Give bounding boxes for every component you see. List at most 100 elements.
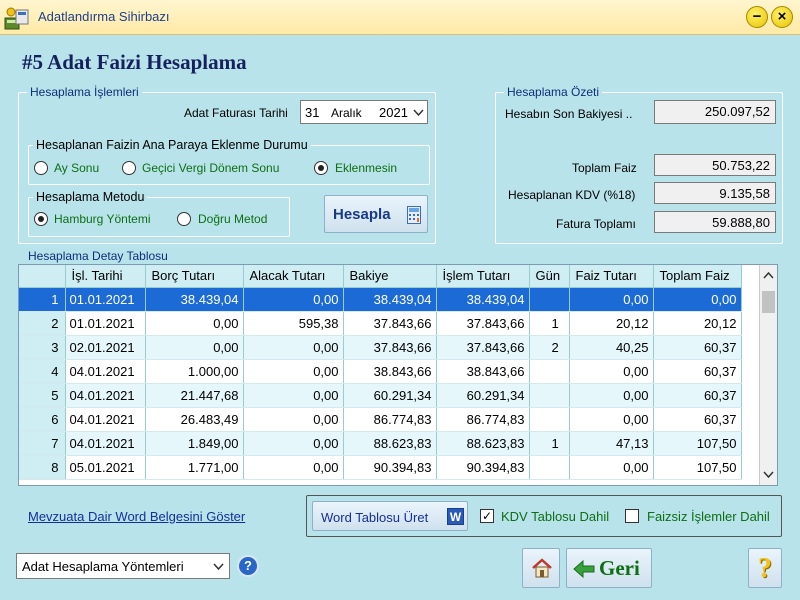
word-document-link[interactable]: Mevzuata Dair Word Belgesini Göster bbox=[28, 509, 245, 524]
header-islem-tarihi[interactable]: İşl. Tarihi bbox=[65, 265, 146, 288]
cell-bakiye: 38.439,04 bbox=[343, 287, 437, 312]
calculate-button-label: Hesapla bbox=[333, 206, 391, 223]
cell-bakiye: 86.774,83 bbox=[343, 407, 437, 432]
radio-eklenmesin[interactable] bbox=[314, 161, 328, 175]
header-borc-tutari[interactable]: Borç Tutarı bbox=[145, 265, 244, 288]
kdv-table-checkbox-label: KDV Tablosu Dahil bbox=[501, 509, 610, 524]
radio-gecici-vergi[interactable] bbox=[122, 161, 136, 175]
cell-toplam-faiz: 20,12 bbox=[653, 311, 742, 336]
interest-add-legend: Hesaplanan Faizin Ana Paraya Eklenme Dur… bbox=[33, 138, 311, 152]
word-table-button-label: Word Tablosu Üret bbox=[321, 510, 429, 525]
header-gun[interactable]: Gün bbox=[529, 265, 570, 288]
method-legend: Hesaplama Metodu bbox=[33, 190, 148, 204]
header-bakiye[interactable]: Bakiye bbox=[343, 265, 437, 288]
cell-borc: 1.000,00 bbox=[145, 359, 244, 384]
cell-alacak: 0,00 bbox=[243, 431, 344, 456]
invoice-total-label: Fatura Toplamı bbox=[556, 217, 636, 231]
operations-legend: Hesaplama İşlemleri bbox=[27, 85, 142, 99]
back-button[interactable]: Geri bbox=[566, 548, 652, 588]
cell-alacak: 0,00 bbox=[243, 359, 344, 384]
radio-ay-sonu[interactable] bbox=[34, 161, 48, 175]
scroll-down-icon[interactable] bbox=[763, 471, 774, 479]
cell-islem: 38.439,04 bbox=[436, 287, 530, 312]
invoice-date-label: Adat Faturası Tarihi bbox=[184, 106, 288, 120]
table-row[interactable]: 4 04.01.2021 1.000,00 0,00 38.843,66 38.… bbox=[19, 359, 742, 384]
table-row[interactable]: 5 04.01.2021 21.447,68 0,00 60.291,34 60… bbox=[19, 383, 742, 408]
radio-dogru-metod-label: Doğru Metod bbox=[198, 212, 268, 226]
cell-gun: 1 bbox=[529, 311, 570, 336]
radio-hamburg[interactable] bbox=[34, 212, 48, 226]
table-row[interactable]: 3 02.01.2021 0,00 0,00 37.843,66 37.843,… bbox=[19, 335, 742, 360]
cell-alacak: 595,38 bbox=[243, 311, 344, 336]
no-interest-checkbox-label: Faizsiz İşlemler Dahil bbox=[647, 509, 770, 524]
help-icon[interactable]: ? bbox=[237, 555, 259, 577]
header-rownum bbox=[19, 265, 66, 288]
detail-table[interactable]: İşl. Tarihi Borç Tutarı Alacak Tutarı Ba… bbox=[18, 264, 778, 486]
scroll-thumb[interactable] bbox=[762, 291, 775, 313]
cell-rownum: 4 bbox=[19, 359, 66, 384]
radio-dogru-metod[interactable] bbox=[177, 212, 191, 226]
header-islem-tutari[interactable]: İşlem Tutarı bbox=[436, 265, 530, 288]
scroll-up-icon[interactable] bbox=[763, 271, 774, 279]
cell-bakiye: 88.623,83 bbox=[343, 431, 437, 456]
cell-borc: 26.483,49 bbox=[145, 407, 244, 432]
cell-rownum: 8 bbox=[19, 455, 66, 480]
cell-borc: 1.771,00 bbox=[145, 455, 244, 480]
chevron-down-icon[interactable] bbox=[213, 563, 224, 571]
date-month: Aralık bbox=[331, 106, 362, 120]
cell-toplam-faiz: 0,00 bbox=[653, 287, 742, 312]
date-year: 2021 bbox=[379, 105, 408, 120]
cell-islem: 86.774,83 bbox=[436, 407, 530, 432]
svg-text:W: W bbox=[450, 510, 462, 524]
method-select-value: Adat Hesaplama Yöntemleri bbox=[22, 559, 184, 574]
close-button[interactable]: × bbox=[771, 6, 793, 28]
header-faiz-tutari[interactable]: Faiz Tutarı bbox=[569, 265, 654, 288]
header-alacak-tutari[interactable]: Alacak Tutarı bbox=[243, 265, 344, 288]
cell-rownum: 3 bbox=[19, 335, 66, 360]
cell-borc: 0,00 bbox=[145, 311, 244, 336]
table-row[interactable]: 8 05.01.2021 1.771,00 0,00 90.394,83 90.… bbox=[19, 455, 742, 480]
invoice-date-picker[interactable]: 31 Aralık 2021 bbox=[300, 100, 428, 124]
calculator-icon bbox=[407, 206, 421, 224]
cell-borc: 0,00 bbox=[145, 335, 244, 360]
cell-faiz: 0,00 bbox=[569, 455, 654, 480]
word-table-button[interactable]: Word Tablosu Üret W bbox=[312, 501, 468, 531]
radio-hamburg-label: Hamburg Yöntemi bbox=[54, 212, 151, 226]
cell-gun bbox=[529, 287, 570, 312]
cell-gun bbox=[529, 359, 570, 384]
cell-date: 04.01.2021 bbox=[65, 383, 146, 408]
table-row[interactable]: 1 01.01.2021 38.439,04 0,00 38.439,04 38… bbox=[19, 287, 742, 312]
cell-bakiye: 90.394,83 bbox=[343, 455, 437, 480]
cell-faiz: 47,13 bbox=[569, 431, 654, 456]
cell-islem: 37.843,66 bbox=[436, 335, 530, 360]
cell-rownum: 2 bbox=[19, 311, 66, 336]
question-button[interactable]: ? bbox=[748, 548, 782, 588]
home-button[interactable] bbox=[522, 548, 560, 588]
cell-toplam-faiz: 107,50 bbox=[653, 455, 742, 480]
table-row[interactable]: 7 04.01.2021 1.849,00 0,00 88.623,83 88.… bbox=[19, 431, 742, 456]
header-toplam-faiz[interactable]: Toplam Faiz bbox=[653, 265, 742, 288]
window-title: Adatlandırma Sihirbazı bbox=[38, 9, 170, 24]
table-header-row: İşl. Tarihi Borç Tutarı Alacak Tutarı Ba… bbox=[19, 265, 742, 288]
cell-date: 04.01.2021 bbox=[65, 431, 146, 456]
chevron-down-icon[interactable] bbox=[413, 109, 424, 117]
minimize-button[interactable]: − bbox=[746, 6, 768, 28]
cell-bakiye: 37.843,66 bbox=[343, 311, 437, 336]
calculate-button[interactable]: Hesapla bbox=[324, 195, 428, 233]
cell-bakiye: 38.843,66 bbox=[343, 359, 437, 384]
radio-eklenmesin-label: Eklenmesin bbox=[335, 161, 398, 175]
no-interest-checkbox[interactable] bbox=[625, 509, 639, 523]
cell-date: 04.01.2021 bbox=[65, 359, 146, 384]
table-vertical-scrollbar[interactable] bbox=[759, 265, 777, 485]
table-row[interactable]: 6 04.01.2021 26.483,49 0,00 86.774,83 86… bbox=[19, 407, 742, 432]
method-select[interactable]: Adat Hesaplama Yöntemleri bbox=[16, 553, 230, 579]
cell-rownum: 5 bbox=[19, 383, 66, 408]
question-icon: ? bbox=[758, 553, 772, 584]
cell-rownum: 7 bbox=[19, 431, 66, 456]
cell-toplam-faiz: 60,37 bbox=[653, 407, 742, 432]
cell-toplam-faiz: 60,37 bbox=[653, 359, 742, 384]
table-row[interactable]: 2 01.01.2021 0,00 595,38 37.843,66 37.84… bbox=[19, 311, 742, 336]
kdv-table-checkbox[interactable]: ✓ bbox=[480, 509, 494, 523]
kdv-value: 9.135,58 bbox=[654, 182, 776, 204]
cell-date: 05.01.2021 bbox=[65, 455, 146, 480]
